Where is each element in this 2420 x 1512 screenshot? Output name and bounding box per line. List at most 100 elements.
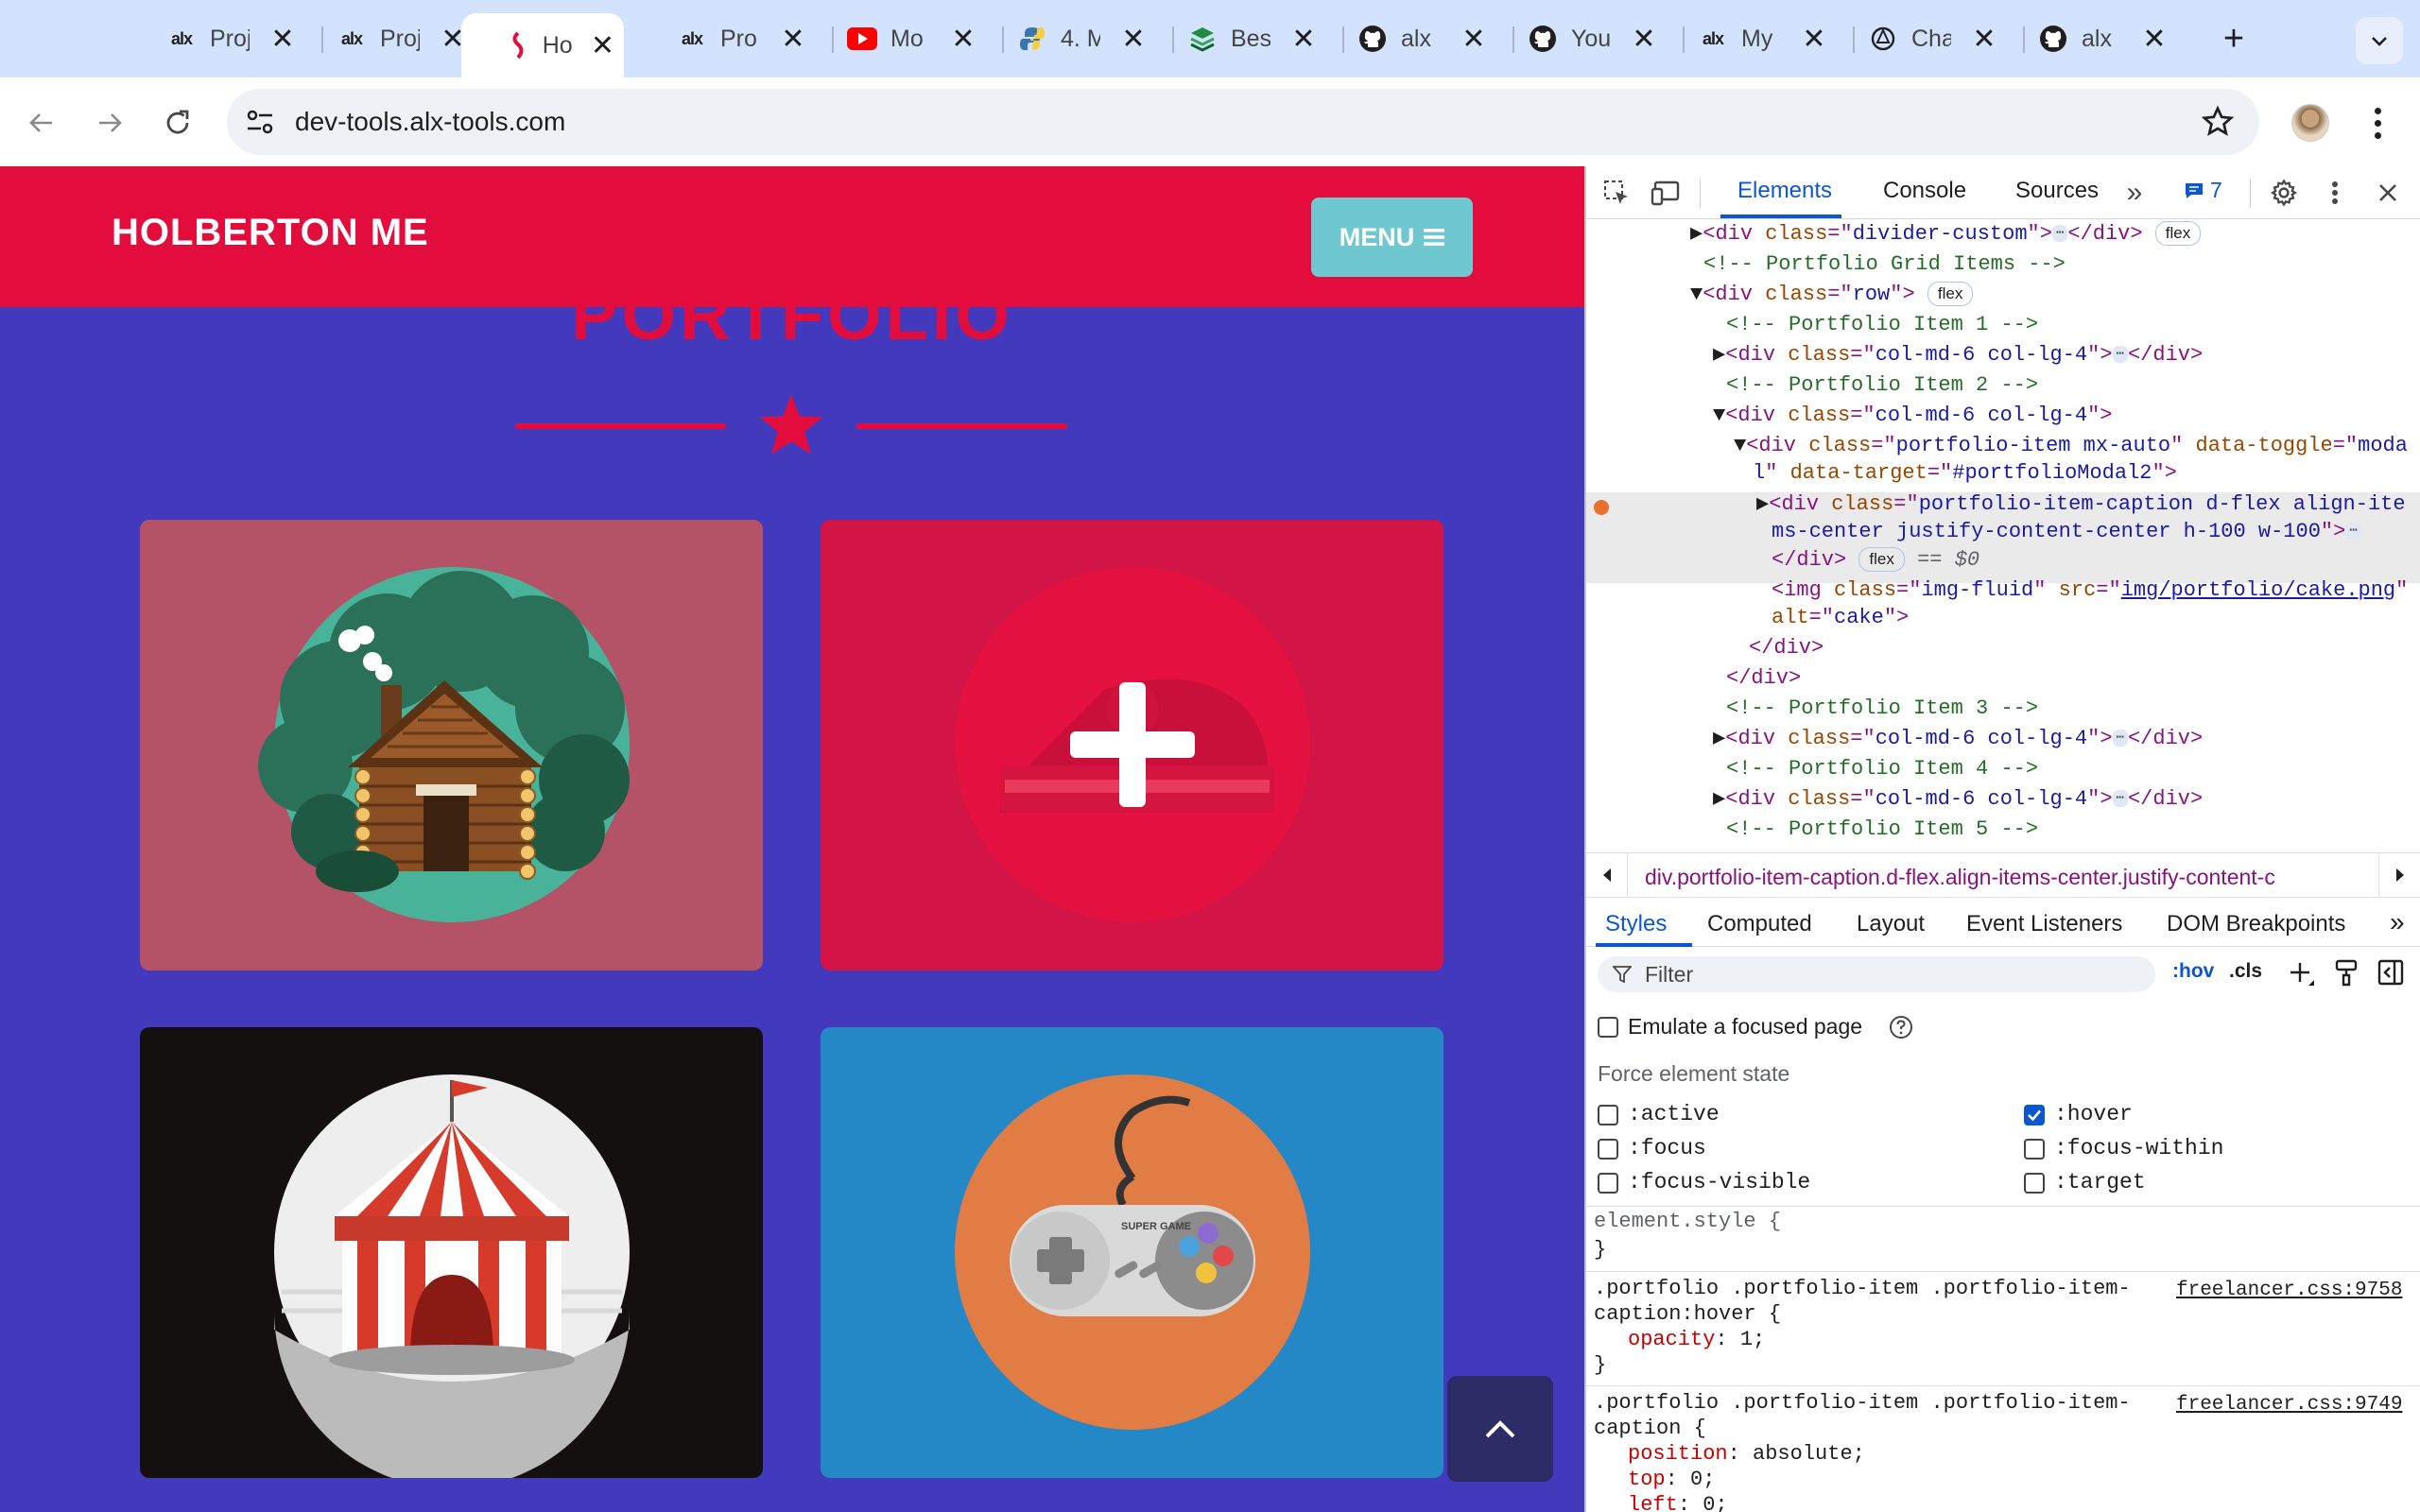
browser-tab[interactable]: alx Proj ✕ xyxy=(166,13,306,64)
close-tab-icon[interactable]: ✕ xyxy=(2140,23,2169,56)
browser-tab[interactable]: alx Proj ✕ xyxy=(337,13,476,64)
tab-search-button[interactable] xyxy=(2356,17,2403,64)
inspect-element-icon[interactable] xyxy=(1599,176,1634,210)
ellipsis-badge[interactable]: ⋯ xyxy=(2112,790,2128,808)
help-icon[interactable] xyxy=(1889,1015,1913,1040)
breadcrumb-left-button[interactable] xyxy=(1586,853,1628,897)
ellipsis-badge[interactable]: ⋯ xyxy=(2112,730,2128,747)
brand-logo[interactable]: HOLBERTON ME xyxy=(112,212,429,254)
new-style-rule-icon[interactable] xyxy=(2288,960,2316,988)
forward-button[interactable] xyxy=(87,100,132,146)
expand-arrow[interactable]: ▶ xyxy=(1713,727,1725,750)
dom-node-col[interactable]: ▼<div class="col-md-6 col-lg-4"> xyxy=(1713,401,2112,431)
issues-badge[interactable]: 7 xyxy=(2184,178,2222,203)
expand-arrow[interactable]: ▶ xyxy=(1690,222,1703,246)
browser-tab[interactable]: alx My ✕ xyxy=(1698,13,1838,64)
portfolio-item-game[interactable]: SUPER GAME xyxy=(821,1027,1443,1478)
scroll-to-top-button[interactable] xyxy=(1447,1376,1553,1482)
tab-elements[interactable]: Elements xyxy=(1737,178,1832,204)
style-declaration[interactable]: left: 0; xyxy=(1628,1493,1728,1512)
browser-tab[interactable]: Hol ✕ xyxy=(461,13,624,77)
focus-visible-state-checkbox[interactable] xyxy=(1598,1173,1618,1194)
expand-arrow[interactable]: ▶ xyxy=(1713,343,1725,367)
dom-comment[interactable]: <!-- Portfolio Item 5 --> xyxy=(1726,815,2038,845)
style-declaration[interactable]: opacity: 1; xyxy=(1628,1328,1765,1351)
dom-comment[interactable]: <!-- Portfolio Grid Items --> xyxy=(1703,249,2066,280)
breadcrumb-right-button[interactable] xyxy=(2378,853,2420,897)
profile-avatar[interactable] xyxy=(2291,104,2329,142)
reload-button[interactable] xyxy=(155,100,200,146)
style-declaration[interactable]: position: absolute; xyxy=(1628,1442,1865,1466)
dom-node-col[interactable]: ▶<div class="col-md-6 col-lg-4"> ⋯ </div> xyxy=(1713,724,2203,754)
close-tab-icon[interactable]: ✕ xyxy=(1630,23,1658,56)
close-tab-icon[interactable]: ✕ xyxy=(1970,23,1998,56)
flex-badge[interactable]: flex xyxy=(1927,282,1974,307)
ellipsis-badge[interactable]: ⋯ xyxy=(2345,523,2361,541)
close-devtools-icon[interactable] xyxy=(2371,176,2405,210)
expand-arrow[interactable]: ▶ xyxy=(1713,787,1725,811)
portfolio-item-circus[interactable] xyxy=(140,1027,763,1478)
dom-node-caption-selected[interactable]: ▶<div class="portfolio-item-caption d-fl… xyxy=(1756,490,2406,520)
more-tabs-icon[interactable]: » xyxy=(2118,176,2152,210)
browser-tab[interactable]: alx ✕ xyxy=(2038,13,2178,64)
bookmark-star-icon[interactable] xyxy=(2201,105,2235,139)
rule-selector[interactable]: .portfolio .portfolio-item .portfolio-it… xyxy=(1594,1277,2131,1300)
tab-computed[interactable]: Computed xyxy=(1707,911,1812,937)
browser-tab[interactable]: 4. M ✕ xyxy=(1017,13,1157,64)
menu-button[interactable]: MENU xyxy=(1311,198,1473,277)
close-tab-icon[interactable]: ✕ xyxy=(591,29,614,62)
settings-gear-icon[interactable] xyxy=(2267,176,2301,210)
more-tabs-icon[interactable]: » xyxy=(2390,907,2405,937)
tab-layout[interactable]: Layout xyxy=(1857,911,1925,937)
source-link[interactable]: freelancer.css:9758 xyxy=(2176,1280,2402,1301)
ellipsis-badge[interactable]: ⋯ xyxy=(2051,225,2068,243)
browser-menu-button[interactable] xyxy=(2363,100,2392,146)
browser-tab[interactable]: Mo ✕ xyxy=(847,13,987,64)
dom-node-col[interactable]: ▶<div class="col-md-6 col-lg-4"> ⋯ </div> xyxy=(1713,340,2203,370)
source-link[interactable]: freelancer.css:9749 xyxy=(2176,1394,2402,1416)
tab-sources[interactable]: Sources xyxy=(2015,178,2099,204)
focus-within-state-checkbox[interactable] xyxy=(2024,1139,2045,1160)
dom-comment[interactable]: <!-- Portfolio Item 2 --> xyxy=(1726,370,2038,401)
close-tab-icon[interactable]: ✕ xyxy=(1289,23,1318,56)
active-state-checkbox[interactable] xyxy=(1598,1105,1618,1125)
dom-comment[interactable]: <!-- Portfolio Item 1 --> xyxy=(1726,310,2038,340)
tab-console[interactable]: Console xyxy=(1883,178,1966,204)
style-declaration[interactable]: top: 0; xyxy=(1628,1468,1715,1491)
dom-node-img[interactable]: <img class="img-fluid" src="img/portfoli… xyxy=(1772,576,2408,606)
dom-node-col[interactable]: ▶<div class="col-md-6 col-lg-4"> ⋯ </div> xyxy=(1713,784,2203,815)
ellipsis-badge[interactable]: ⋯ xyxy=(2112,346,2128,364)
toggle-sidebar-icon[interactable] xyxy=(2377,958,2405,987)
filter-input[interactable]: Filter xyxy=(1598,956,2155,992)
portfolio-item-cake[interactable] xyxy=(821,520,1443,971)
paint-roller-icon[interactable] xyxy=(2333,958,2360,987)
img-src-link[interactable]: img/portfolio/cake.png xyxy=(2121,578,2395,602)
browser-tab[interactable]: alx Pro ✕ xyxy=(677,13,817,64)
close-tab-icon[interactable]: ✕ xyxy=(1460,23,1488,56)
collapse-arrow[interactable]: ▼ xyxy=(1734,434,1746,457)
back-button[interactable] xyxy=(19,100,64,146)
flex-badge[interactable]: flex xyxy=(1858,547,1905,573)
close-tab-icon[interactable]: ✕ xyxy=(779,23,807,56)
hov-toggle[interactable]: :hov xyxy=(2172,960,2214,983)
flex-badge[interactable]: flex xyxy=(2154,221,2202,247)
portfolio-item-cabin[interactable] xyxy=(140,520,763,971)
emulate-focus-checkbox[interactable] xyxy=(1598,1017,1618,1038)
browser-tab[interactable]: alx ✕ xyxy=(1357,13,1497,64)
breadcrumb[interactable]: div.portfolio-item-caption.d-flex.align-… xyxy=(1645,865,2363,890)
browser-tab[interactable]: Cha ✕ xyxy=(1868,13,2008,64)
collapse-arrow[interactable]: ▼ xyxy=(1713,404,1725,427)
browser-tab[interactable]: Bes ✕ xyxy=(1187,13,1327,64)
close-tab-icon[interactable]: ✕ xyxy=(268,23,297,56)
dom-node-divider[interactable]: ▶<div class="divider-custom"> ⋯ </div> fle… xyxy=(1690,219,2202,249)
new-tab-button[interactable]: + xyxy=(2210,17,2257,64)
cls-toggle[interactable]: .cls xyxy=(2229,960,2262,983)
target-state-checkbox[interactable] xyxy=(2024,1173,2045,1194)
close-tab-icon[interactable]: ✕ xyxy=(949,23,977,56)
tab-dom-breakpoints[interactable]: DOM Breakpoints xyxy=(2167,911,2345,937)
browser-tab[interactable]: You ✕ xyxy=(1528,13,1668,64)
hover-state-checkbox[interactable] xyxy=(2024,1105,2045,1125)
dom-comment[interactable]: <!-- Portfolio Item 4 --> xyxy=(1726,754,2038,784)
focus-state-checkbox[interactable] xyxy=(1598,1139,1618,1160)
rule-selector[interactable]: .portfolio .portfolio-item .portfolio-it… xyxy=(1594,1391,2131,1415)
